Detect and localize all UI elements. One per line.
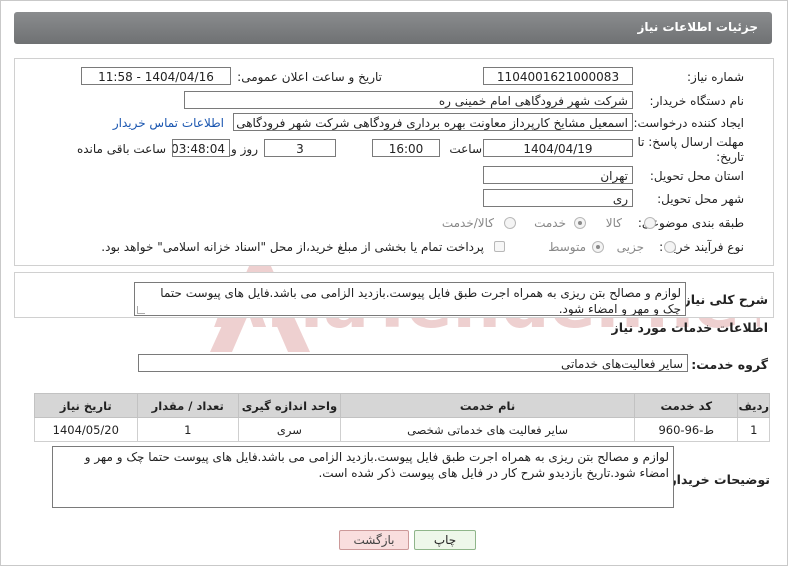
col-header-row-number: ردیف bbox=[737, 393, 770, 418]
process-radio-minor[interactable] bbox=[664, 241, 676, 253]
buyer-notes-text-content: لوازم و مصالح بتن ریزی به همراه اجرت طبق… bbox=[84, 450, 669, 480]
page-title: جزئیات اطلاعات نیاز bbox=[637, 20, 758, 34]
days-label: روز و bbox=[231, 142, 258, 156]
time-remaining-label: ساعت باقی مانده bbox=[76, 142, 166, 156]
deadline-date-field: 1404/04/19 bbox=[483, 139, 633, 157]
process-radio-medium[interactable] bbox=[592, 241, 604, 253]
province-label: استان محل تحویل: bbox=[649, 169, 744, 183]
col-header-service-name: نام خدمت bbox=[340, 393, 636, 418]
col-header-unit: واحد اندازه گیری bbox=[237, 393, 342, 418]
deadline-time-label: ساعت bbox=[449, 142, 482, 156]
city-field: ری bbox=[483, 189, 633, 207]
service-group-label: گروه خدمت: bbox=[691, 357, 768, 372]
cell-service-code: ط-96-960 bbox=[634, 417, 739, 442]
description-text: لوازم و مصالح بتن ریزی به همراه اجرت طبق… bbox=[134, 282, 686, 316]
treasury-payment-checkbox[interactable] bbox=[494, 241, 505, 252]
city-label: شهر محل تحویل: bbox=[657, 192, 744, 206]
requester-label: ایجاد کننده درخواست: bbox=[633, 116, 744, 130]
time-remaining-field: 03:48:04 bbox=[172, 139, 230, 157]
header-bar: جزئیات اطلاعات نیاز bbox=[14, 12, 772, 44]
buyer-notes-text: لوازم و مصالح بتن ریزی به همراه اجرت طبق… bbox=[52, 446, 674, 508]
cell-need-date: 1404/05/20 bbox=[34, 417, 138, 442]
cell-service-name: سایر فعالیت های خدماتی شخصی bbox=[340, 417, 636, 442]
announce-datetime-label: تاریخ و ساعت اعلان عمومی: bbox=[237, 70, 382, 84]
category-radio-goods-service[interactable] bbox=[504, 217, 516, 229]
need-number-field: 1104001621000083 bbox=[483, 67, 633, 85]
col-header-quantity: تعداد / مقدار bbox=[136, 393, 239, 418]
province-field: تهران bbox=[483, 166, 633, 184]
description-label: شرح کلی نیاز: bbox=[678, 292, 768, 307]
deadline-label-line2: تاریخ: bbox=[716, 150, 744, 164]
resize-handle-icon[interactable] bbox=[137, 306, 145, 314]
announce-datetime-field: 1404/04/16 - 11:58 bbox=[81, 67, 231, 85]
need-number-label: شماره نیاز: bbox=[687, 70, 744, 84]
cell-quantity: 1 bbox=[136, 417, 239, 442]
category-radio-goods[interactable] bbox=[644, 217, 656, 229]
category-radio-service[interactable] bbox=[574, 217, 586, 229]
process-option-medium: متوسط bbox=[548, 240, 586, 254]
days-remaining-field: 3 bbox=[264, 139, 336, 157]
cell-row-number: 1 bbox=[737, 417, 770, 442]
table-header-row: ردیف کد خدمت نام خدمت واحد اندازه گیری ت… bbox=[34, 393, 770, 418]
col-header-need-date: تاریخ نیاز bbox=[34, 393, 138, 418]
category-option-goods: کالا bbox=[605, 216, 622, 230]
info-panel bbox=[14, 58, 774, 266]
requester-field: اسمعیل مشایخ کارپرداز معاونت بهره برداری… bbox=[233, 113, 633, 131]
buyer-org-label: نام دستگاه خریدار: bbox=[649, 94, 745, 108]
service-group-field: سایر فعالیت‌های خدماتی bbox=[138, 354, 688, 372]
description-text-content: لوازم و مصالح بتن ریزی به همراه اجرت طبق… bbox=[160, 286, 681, 316]
process-option-minor: جزیی bbox=[616, 240, 644, 254]
buyer-org-field: شرکت شهر فرودگاهی امام خمینی ره bbox=[184, 91, 633, 109]
table-row: 1 ط-96-960 سایر فعالیت های خدماتی شخصی س… bbox=[34, 417, 770, 442]
category-option-goods-service: کالا/خدمت bbox=[441, 216, 494, 230]
cell-unit: سری bbox=[237, 417, 342, 442]
treasury-payment-note: پرداخت تمام یا بخشی از مبلغ خرید،از محل … bbox=[101, 240, 484, 254]
print-button[interactable]: چاپ bbox=[414, 530, 476, 550]
category-option-service: خدمت bbox=[534, 216, 566, 230]
buyer-notes-label: توضیحات خریدار: bbox=[664, 472, 770, 487]
back-button[interactable]: بازگشت bbox=[339, 530, 409, 550]
deadline-label-line1: مهلت ارسال پاسخ: تا bbox=[637, 135, 744, 149]
col-header-service-code: کد خدمت bbox=[634, 393, 739, 418]
services-section-title: اطلاعات خدمات مورد نیاز bbox=[611, 320, 769, 335]
deadline-time-field: 16:00 bbox=[372, 139, 440, 157]
buyer-contact-link[interactable]: اطلاعات تماس خریدار bbox=[113, 116, 224, 130]
services-table: ردیف کد خدمت نام خدمت واحد اندازه گیری ت… bbox=[34, 393, 770, 442]
